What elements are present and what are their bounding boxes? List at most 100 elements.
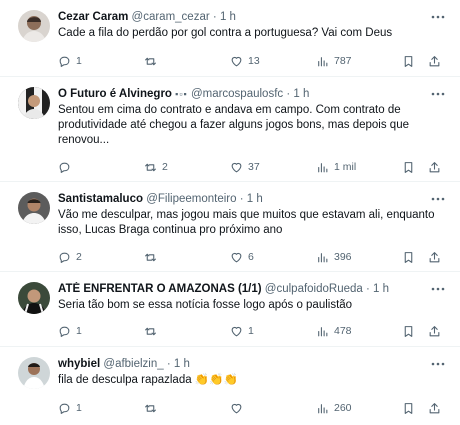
more-icon[interactable] [430,87,446,101]
author-name[interactable]: O Futuro é Alvinegro [58,88,172,100]
reply-button[interactable]: 1 [58,323,82,339]
views-button[interactable]: 478 [316,323,352,339]
post-actions: 1 1 478 [58,323,444,339]
reply-button[interactable] [58,159,76,175]
author-name[interactable]: Cezar Caram [58,11,128,23]
like-button[interactable]: 37 [230,159,260,175]
avatar[interactable] [18,87,50,119]
bookmark-button[interactable] [402,249,415,265]
reply-button[interactable]: 2 [58,249,82,265]
reply-count: 1 [76,325,82,337]
views-button[interactable]: 1 mil [316,159,356,175]
repost-icon [145,253,156,261]
bookmark-button[interactable] [402,159,415,175]
name-badge: ▪▫▪ [175,89,188,99]
bookmark-icon [404,161,413,173]
post[interactable]: ATÉ ENFRENTAR O AMAZONAS (1/1) @culpafoi… [0,272,460,347]
like-button[interactable]: 1 [230,323,254,339]
bookmark-button[interactable] [402,400,415,416]
reply-count: 1 [76,55,82,67]
separator-dot: · [366,283,370,295]
bookmark-button[interactable] [402,53,415,69]
post[interactable]: whybiel @afbielzin_ · 1 h fila de descul… [0,347,460,425]
repost-icon [145,404,156,412]
repost-icon [145,163,156,171]
heart-icon [231,252,242,262]
heart-icon [231,403,242,413]
like-count: 37 [248,161,260,173]
author-handle[interactable]: @culpafoidoRueda [265,283,363,295]
views-button[interactable]: 396 [316,249,352,265]
view-count: 1 mil [334,161,357,173]
repost-button[interactable]: 2 [144,159,168,175]
share-button[interactable] [428,159,441,175]
reply-icon [59,326,70,337]
post-header: ATÉ ENFRENTAR O AMAZONAS (1/1) @culpafoi… [58,282,446,297]
view-count: 787 [334,55,352,67]
more-icon[interactable] [430,282,446,296]
post-body: O Futuro é Alvinegro ▪▫▪ @marcospaulosfc… [58,87,446,148]
author-name[interactable]: Santistamaluco [58,193,143,205]
post[interactable]: O Futuro é Alvinegro ▪▫▪ @marcospaulosfc… [0,77,460,182]
avatar[interactable] [18,192,50,224]
reply-button[interactable]: 1 [58,53,82,69]
share-button[interactable] [428,249,441,265]
more-icon[interactable] [430,192,446,206]
more-icon[interactable] [430,10,446,24]
bookmark-icon [404,251,413,263]
more-icon[interactable] [430,357,446,371]
repost-icon [145,327,156,335]
post-time[interactable]: 1 h [373,283,389,295]
avatar[interactable] [18,10,50,42]
post-body: whybiel @afbielzin_ · 1 h fila de descul… [58,357,446,388]
bookmark-button[interactable] [402,323,415,339]
post-header: O Futuro é Alvinegro ▪▫▪ @marcospaulosfc… [58,87,446,102]
post-header: whybiel @afbielzin_ · 1 h [58,357,446,372]
share-icon [429,325,440,336]
heart-icon [231,56,242,66]
share-icon [429,161,440,172]
repost-button[interactable] [144,323,162,339]
post[interactable]: Santistamaluco @Filipeemonteiro · 1 h Vã… [0,182,460,272]
share-button[interactable] [428,323,441,339]
post-text: Seria tão bom se essa notícia fosse logo… [58,299,353,311]
post[interactable]: Cezar Caram @caram_cezar · 1 h Cade a fi… [0,0,460,77]
view-count: 478 [334,325,352,337]
avatar[interactable] [18,357,50,389]
author-handle[interactable]: @caram_cezar [132,11,210,23]
author-name[interactable]: ATÉ ENFRENTAR O AMAZONAS (1/1) [58,283,262,295]
separator-dot: · [166,358,171,370]
post-time[interactable]: 1 h [174,358,190,370]
reply-button[interactable]: 1 [58,400,82,416]
reply-count: 2 [76,251,82,263]
timeline-feed: Cezar Caram @caram_cezar · 1 h Cade a fi… [0,0,460,425]
post-header: Santistamaluco @Filipeemonteiro · 1 h [58,192,446,207]
share-button[interactable] [428,53,441,69]
views-button[interactable]: 787 [316,53,352,69]
like-button[interactable]: 6 [230,249,254,265]
repost-button[interactable] [144,400,162,416]
share-button[interactable] [428,400,441,416]
post-time[interactable]: 1 h [247,193,263,205]
post-actions: 2 37 1 mil [58,159,444,175]
post-time[interactable]: 1 h [293,88,309,100]
repost-button[interactable] [144,53,162,69]
reply-count: 1 [76,402,82,414]
post-actions: 1 13 787 [58,53,444,69]
author-handle[interactable]: @marcospaulosfc [191,88,283,100]
avatar[interactable] [18,282,50,314]
post-text: Sentou em cima do contrato e andava em c… [58,104,409,146]
author-handle[interactable]: @Filipeemonteiro [146,193,236,205]
author-handle[interactable]: @afbielzin_ [103,358,163,370]
post-body: ATÉ ENFRENTAR O AMAZONAS (1/1) @culpafoi… [58,282,446,313]
post-time[interactable]: 1 h [220,11,236,23]
share-icon [429,251,440,262]
like-button[interactable] [230,400,248,416]
like-button[interactable]: 13 [230,53,260,69]
author-name[interactable]: whybiel [58,358,100,370]
views-button[interactable]: 260 [316,400,352,416]
post-body: Cezar Caram @caram_cezar · 1 h Cade a fi… [58,10,446,41]
like-count: 1 [248,325,254,337]
views-icon [318,162,328,172]
repost-button[interactable] [144,249,162,265]
